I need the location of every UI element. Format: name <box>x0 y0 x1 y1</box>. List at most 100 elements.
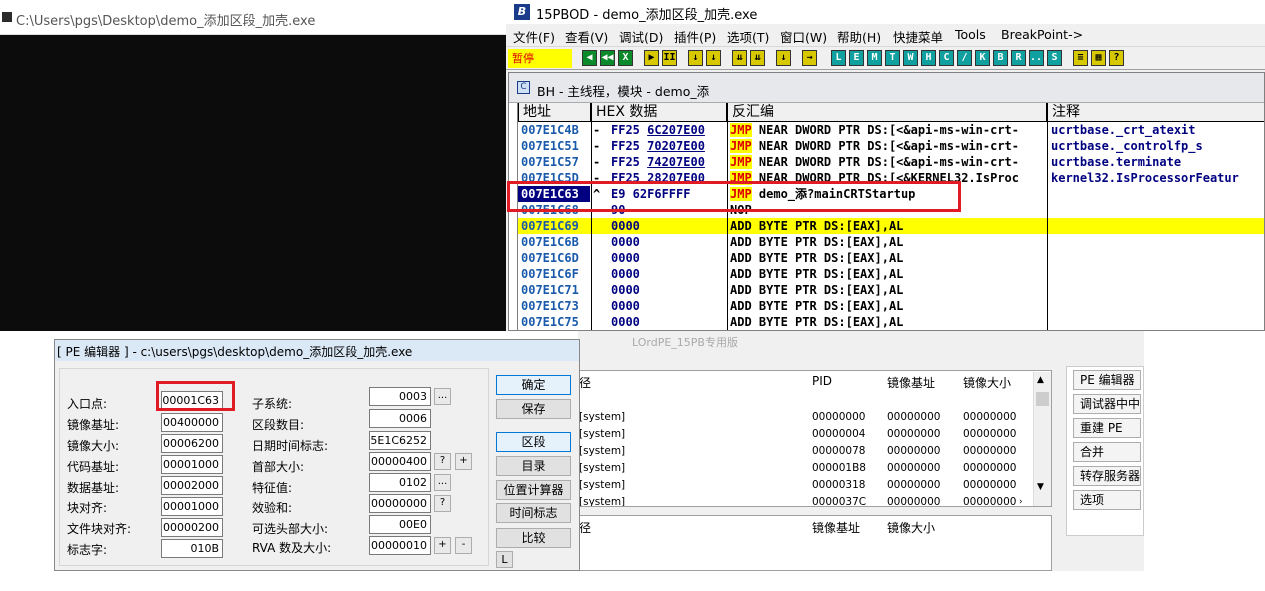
debugger-titlebar[interactable]: B 15PBOD - demo_添加区段_加壳.exe <box>506 0 1265 24</box>
menu-file[interactable]: 文件(F) <box>513 27 555 46</box>
cpu-titlebar[interactable]: C BH - 主线程，模块 - demo_添 <box>509 73 1264 103</box>
col-header-comment[interactable]: 注释 <box>1047 103 1264 122</box>
back-button[interactable]: ◀◀ <box>600 50 615 66</box>
ok-button[interactable]: 确定 <box>496 375 571 395</box>
proc-path[interactable]: [system] <box>579 462 625 474</box>
rva-plus-button[interactable]: + <box>434 537 451 554</box>
magic-field[interactable]: 010B <box>161 539 223 558</box>
col-header-disasm[interactable]: 反汇编 <box>727 103 1047 122</box>
pause-button[interactable]: II <box>662 50 677 66</box>
cpu-button[interactable]: C <box>939 50 954 66</box>
col-header-imagebase[interactable]: 镜像基址 <box>812 519 860 536</box>
grid-button[interactable]: ▦ <box>1091 50 1106 66</box>
scroll-right-icon[interactable]: › <box>1019 497 1023 506</box>
section-alignment-field[interactable]: 00001000 <box>161 497 223 516</box>
directories-button[interactable]: 目录 <box>496 456 571 476</box>
proc-pid[interactable]: 0000037C <box>812 496 866 506</box>
proc-pid[interactable]: 000001B8 <box>812 462 866 474</box>
characteristics-more-button[interactable]: ... <box>434 474 451 491</box>
number-of-sections-field[interactable]: 0006 <box>369 409 431 428</box>
disasm-row[interactable]: 007E1C75 0000 ADD BYTE PTR DS:[EAX],AL <box>518 314 1264 330</box>
header-size-field[interactable]: 00000400 <box>369 452 431 471</box>
scroll-thumb[interactable] <box>1036 392 1049 406</box>
subsystem-field[interactable]: 0003 <box>369 387 431 406</box>
disasm-row[interactable]: 007E1C6B 0000 ADD BYTE PTR DS:[EAX],AL <box>518 234 1264 250</box>
log-button[interactable]: L <box>831 50 846 66</box>
disassembly-pane[interactable]: 地址 HEX 数据 反汇编 注释 007E1C4B - FF25 6C207E00 J… <box>517 103 1264 330</box>
menu-debug[interactable]: 调试(D) <box>619 27 663 46</box>
process-list-scrollbar[interactable]: ▲ ▼ <box>1033 372 1051 506</box>
subsystem-more-button[interactable]: ... <box>434 388 451 405</box>
col-header-pid[interactable]: PID <box>812 374 832 388</box>
close-button[interactable]: X <box>618 50 633 66</box>
proc-path[interactable]: [system] <box>579 411 625 423</box>
rva-minus-button[interactable]: - <box>455 537 472 554</box>
menu-view[interactable]: 查看(V) <box>565 27 608 46</box>
col-header-address[interactable]: 地址 <box>518 103 591 122</box>
threads-button[interactable]: T <box>885 50 900 66</box>
menu-shortcut[interactable]: 快捷菜单 <box>893 27 943 46</box>
process-list[interactable]: 径 PID 镜像基址 镜像大小 [system] 00000000 00000000… <box>578 370 1052 507</box>
header-size-plus-button[interactable]: + <box>455 453 472 470</box>
code-base-field[interactable]: 00001000 <box>161 455 223 474</box>
data-base-field[interactable]: 00002000 <box>161 476 223 495</box>
disasm-row[interactable]: 007E1C57- FF25 74207E00 JMP NEAR DWORD PTR… <box>518 154 1264 170</box>
break-in-debugger-button[interactable]: 调试器中中断 <box>1073 394 1141 414</box>
menu-tools[interactable]: Tools <box>955 27 986 42</box>
timestamp-field[interactable]: 5E1C6252 <box>369 431 431 450</box>
flc-button[interactable]: 位置计算器 <box>496 480 571 500</box>
scroll-down-icon[interactable]: ▼ <box>1037 482 1044 492</box>
execute-till-return-button[interactable]: ↓ <box>776 50 791 66</box>
source-button[interactable]: S <box>1047 50 1062 66</box>
compare-button[interactable]: 比较 <box>496 528 571 548</box>
proc-pid[interactable]: 00000318 <box>812 479 865 491</box>
disasm-row[interactable]: 007E1C71 0000 ADD BYTE PTR DS:[EAX],AL <box>518 282 1264 298</box>
trace-over-button[interactable]: ⇊ <box>750 50 765 66</box>
dump-server-button[interactable]: 转存服务器 <box>1073 466 1141 486</box>
proc-imagebase[interactable]: 00000000 <box>887 479 940 491</box>
proc-imagebase[interactable]: 00000000 <box>887 462 940 474</box>
proc-imagesize[interactable]: 00000000 <box>963 462 1016 474</box>
run-button[interactable]: ▶ <box>644 50 659 66</box>
disasm-row[interactable]: 007E1C6F 0000 ADD BYTE PTR DS:[EAX],AL <box>518 266 1264 282</box>
col-header-imagebase[interactable]: 镜像基址 <box>887 374 935 391</box>
disasm-row[interactable]: 007E1C69 0000 ADD BYTE PTR DS:[EAX],AL <box>518 218 1264 234</box>
col-header-imagesize[interactable]: 镜像大小 <box>887 519 935 536</box>
menu-window[interactable]: 窗口(W) <box>780 27 827 46</box>
header-size-help-button[interactable]: ? <box>434 453 451 470</box>
proc-imagesize[interactable]: 00000000 <box>963 496 1016 506</box>
proc-path[interactable]: [system] <box>579 496 625 506</box>
image-base-field[interactable]: 00400000 <box>161 413 223 432</box>
menu-help[interactable]: 帮助(H) <box>837 27 881 46</box>
disasm-row[interactable]: 007E1C51- FF25 70207E00 JMP NEAR DWORD PTR… <box>518 138 1264 154</box>
proc-pid[interactable]: 00000078 <box>812 445 865 457</box>
restart-button[interactable]: ◀ <box>582 50 597 66</box>
references-button[interactable]: R <box>1011 50 1026 66</box>
optional-header-size-field[interactable]: 00E0 <box>369 515 431 534</box>
help-button[interactable]: ? <box>1109 50 1124 66</box>
proc-imagesize[interactable]: 00000000 <box>963 479 1016 491</box>
proc-pid[interactable]: 00000000 <box>812 411 865 423</box>
col-header-imagesize[interactable]: 镜像大小 <box>963 374 1011 391</box>
menu-plugins[interactable]: 插件(P) <box>674 27 716 46</box>
proc-imagebase[interactable]: 00000000 <box>887 428 940 440</box>
module-list[interactable]: 径 镜像基址 镜像大小 <box>578 515 1052 571</box>
merge-button[interactable]: 合并 <box>1073 442 1141 462</box>
file-alignment-field[interactable]: 00000200 <box>161 518 223 537</box>
handles-button[interactable]: H <box>921 50 936 66</box>
breakpoints-button[interactable]: B <box>993 50 1008 66</box>
disasm-row[interactable]: 007E1C73 0000 ADD BYTE PTR DS:[EAX],AL <box>518 298 1264 314</box>
disasm-row[interactable]: 007E1C6D 0000 ADD BYTE PTR DS:[EAX],AL <box>518 250 1264 266</box>
rebuild-pe-button[interactable]: 重建 PE <box>1073 418 1141 438</box>
scroll-up-icon[interactable]: ▲ <box>1037 375 1044 385</box>
memory-button[interactable]: M <box>867 50 882 66</box>
windows-button[interactable]: W <box>903 50 918 66</box>
menu-options[interactable]: 选项(T) <box>727 27 769 46</box>
proc-imagebase[interactable]: 00000000 <box>887 496 940 506</box>
proc-imagesize[interactable]: 00000000 <box>963 411 1016 423</box>
proc-imagebase[interactable]: 00000000 <box>887 445 940 457</box>
proc-path[interactable]: [system] <box>579 428 625 440</box>
step-into-button[interactable]: ↓ <box>688 50 703 66</box>
call-stack-button[interactable]: K <box>975 50 990 66</box>
timestamp-button[interactable]: 时间标志 <box>496 503 571 523</box>
